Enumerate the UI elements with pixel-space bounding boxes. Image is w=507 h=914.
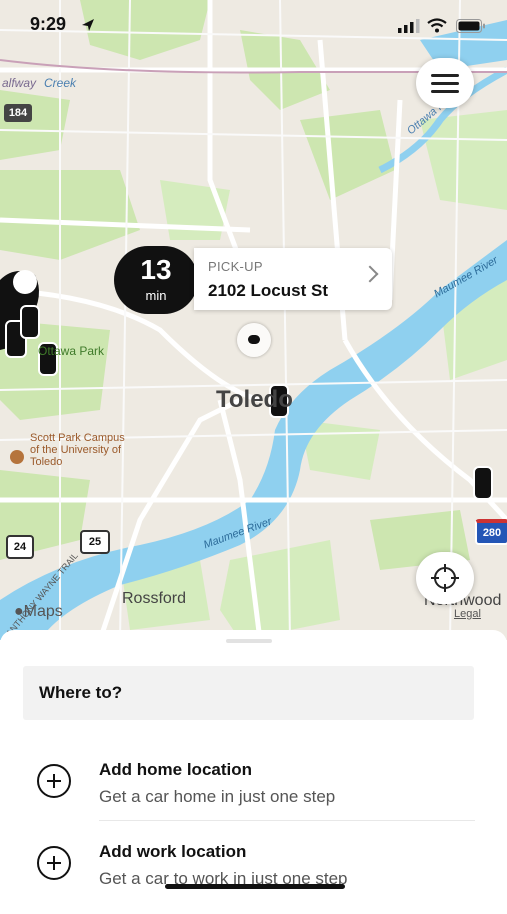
menu-button[interactable]	[416, 58, 474, 108]
status-time: 9:29	[30, 14, 67, 34]
work-title: Add work location	[99, 842, 247, 861]
car-icon	[473, 466, 493, 500]
battery-icon	[456, 19, 485, 33]
ottawa-park-label: Ottawa Park	[38, 344, 105, 358]
pickup-pin-icon[interactable]	[237, 323, 271, 357]
creek-label: Creek	[44, 76, 77, 90]
add-work-icon	[37, 846, 71, 880]
eta-value: 13	[140, 254, 172, 285]
home-subtitle: Get a car home in just one step	[99, 787, 336, 806]
scott-park-label: Scott Park Campus of the University of T…	[30, 432, 125, 468]
highway-shield-24: 24	[6, 535, 34, 559]
crosshair-icon	[431, 564, 459, 592]
wifi-icon	[427, 18, 447, 33]
apple-icon: ●	[14, 603, 24, 620]
where-to-search[interactable]: Where to?	[23, 666, 474, 720]
cellular-signal-icon	[398, 19, 420, 33]
status-bar: 9:29	[0, 0, 507, 50]
divider	[99, 820, 475, 821]
add-home-location-row[interactable]: Add home location Get a car home in just…	[0, 760, 507, 832]
add-home-icon	[37, 764, 71, 798]
sheet-grabber[interactable]	[226, 639, 272, 643]
chevron-right-icon	[361, 265, 379, 283]
eta-badge: 13 min	[114, 246, 198, 314]
eta-unit: min	[145, 288, 167, 303]
where-to-label: Where to?	[39, 683, 123, 702]
pickup-label: PICK-UP	[208, 259, 263, 274]
pickup-callout[interactable]: PICK-UP 2102 Locust St	[194, 248, 392, 310]
maps-credit: ●Maps	[14, 603, 63, 620]
add-work-location-row[interactable]: Add work location Get a car to work in j…	[0, 842, 507, 914]
pickup-address: 2102 Locust St	[208, 281, 328, 300]
home-title: Add home location	[99, 760, 252, 779]
railway-label: alfway	[2, 76, 37, 90]
location-arrow-icon	[82, 19, 94, 31]
recenter-button[interactable]	[416, 552, 474, 604]
home-indicator	[165, 884, 345, 889]
scott-park-icon	[10, 450, 24, 464]
hamburger-icon	[431, 74, 459, 77]
rossford-label: Rossford	[122, 590, 187, 607]
highway-shield-25: 25	[80, 530, 110, 554]
legal-link[interactable]: Legal	[454, 608, 481, 620]
highway-shield-280: 280	[475, 519, 507, 545]
city-label: Toledo	[216, 386, 293, 413]
car-icon	[20, 305, 40, 339]
highway-shield-184: 184	[4, 104, 32, 122]
map-view[interactable]: alfway Creek Ottawa River Maumee River M…	[0, 0, 507, 640]
